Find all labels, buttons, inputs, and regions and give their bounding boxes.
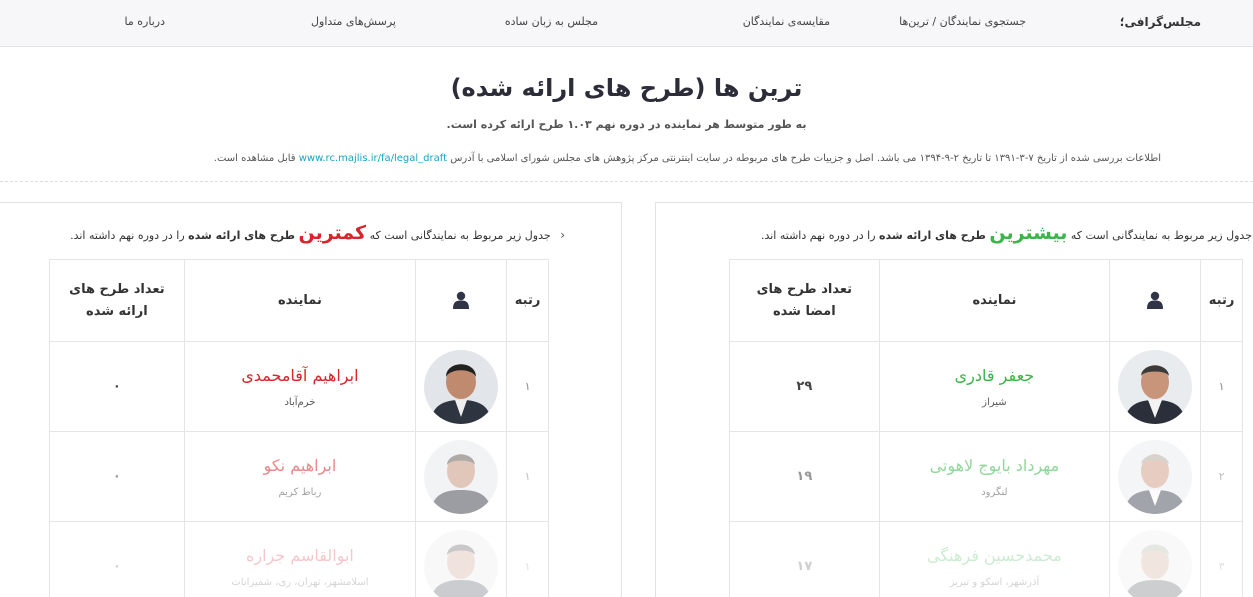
count-cell: ۰ (49, 341, 185, 432)
col-rank: رتبه (1200, 259, 1243, 342)
top-navbar: مجلس‌گرافی؛ جستجوی نمایندگان / ترین‌ها م… (0, 0, 1253, 47)
rep-city: آذرشهر، اسکو و تبریز (949, 576, 1040, 588)
user-icon (453, 291, 470, 309)
avatar[interactable] (1118, 439, 1193, 514)
avatar-cell (1109, 431, 1202, 522)
rep-cell: جعفر قادری شیراز (878, 341, 1111, 432)
avatar-cell (1109, 521, 1202, 597)
col-avatar (1109, 259, 1202, 342)
rep-name[interactable]: جعفر قادری (880, 366, 1109, 385)
least-table-header: رتبه نماینده تعداد طرح های ارائه شده (49, 259, 549, 342)
rep-cell: مهرداد بایوج لاهوتی لنگرود (878, 431, 1111, 522)
most-desc-highlight: بیشترین (989, 222, 1068, 244)
table-row[interactable]: ۱ ابراهیم آقامحمدی خرم‌آباد ۰ (49, 341, 549, 432)
col-avatar (415, 259, 508, 342)
rep-name[interactable]: ابراهیم نکو (185, 456, 415, 475)
count-cell: ۰ (49, 431, 185, 522)
rank-cell: ۱ (506, 341, 549, 432)
nav-item-about[interactable]: درباره ما (125, 15, 165, 28)
page-subtitle: به طور متوسط هر نماینده در دوره نهم ۱.۰۳… (446, 118, 807, 131)
most-table: رتبه نماینده تعداد طرح های امضا شده ۱ جع… (729, 259, 1243, 597)
col-rep: نماینده (183, 259, 417, 342)
rank-cell: ۳ (1200, 521, 1243, 597)
most-desc-bold: طرح های ارائه شده (879, 229, 986, 242)
most-desc-pre: جدول زیر مربوط به نمایندگانی است که (1070, 229, 1252, 242)
divider (0, 181, 1253, 182)
avatar[interactable] (424, 439, 499, 514)
avatar-cell (415, 521, 508, 597)
avatar-cell (415, 431, 508, 522)
info-main: اطلاعات بررسی شده از تاریخ ۷-۳-۱۳۹۱ تا ت… (450, 153, 1161, 164)
nav-item-compare[interactable]: مقایسه‌ی نمایندگان (743, 15, 830, 28)
rep-cell: ابراهیم نکو رباط کریم (183, 431, 417, 522)
most-panel: جدول زیر مربوط به نمایندگانی است که بیشت… (655, 202, 1253, 597)
info-tail: قابل مشاهده است. (213, 153, 296, 164)
rep-city: رباط کریم (278, 486, 322, 498)
table-row[interactable]: ۲ مهرداد بایوج لاهوتی لنگرود ۱۹ (729, 431, 1243, 522)
count-cell: ۱۷ (729, 521, 880, 597)
avatar[interactable] (424, 349, 499, 424)
info-link[interactable]: www.rc.majlis.ir/fa/legal_draft (299, 153, 447, 164)
col-rank: رتبه (506, 259, 549, 342)
col-rep: نماینده (878, 259, 1111, 342)
rep-city: شیراز (982, 396, 1007, 408)
table-row[interactable]: ۱ ابوالقاسم جراره اسلامشهر، تهران، ری، ش… (49, 521, 549, 597)
count-cell: ۰ (49, 521, 185, 597)
most-desc-post: را در دوره نهم داشته اند. (760, 229, 876, 242)
avatar-cell (415, 341, 508, 432)
count-cell: ۲۹ (729, 341, 880, 432)
most-description: جدول زیر مربوط به نمایندگانی است که بیشت… (761, 222, 1252, 244)
least-table: رتبه نماینده تعداد طرح های ارائه شده ۱ ا… (49, 259, 549, 597)
rank-cell: ۱ (506, 521, 549, 597)
rep-cell: ابوالقاسم جراره اسلامشهر، تهران، ری، شمی… (183, 521, 417, 597)
rep-name[interactable]: محمدحسین فرهنگی (880, 546, 1109, 565)
info-text: اطلاعات بررسی شده از تاریخ ۷-۳-۱۳۹۱ تا ت… (214, 153, 1161, 164)
table-row[interactable]: ۱ ابراهیم نکو رباط کریم ۰ (49, 431, 549, 522)
rank-cell: ۲ (1200, 431, 1243, 522)
brand-logo[interactable]: مجلس‌گرافی؛ (1120, 15, 1201, 29)
table-row[interactable]: ۱ جعفر قادری شیراز ۲۹ (729, 341, 1243, 432)
nav-item-simple[interactable]: مجلس به زبان ساده (505, 15, 598, 28)
rep-name[interactable]: ابوالقاسم جراره (185, 546, 415, 565)
avatar[interactable] (1118, 349, 1193, 424)
least-desc-bold: طرح های ارائه شده (188, 229, 295, 242)
col-count: تعداد طرح های ارائه شده (49, 259, 185, 342)
rep-cell: محمدحسین فرهنگی آذرشهر، اسکو و تبریز (878, 521, 1111, 597)
nav-item-search[interactable]: جستجوی نمایندگان / ترین‌ها (899, 15, 1026, 28)
most-table-header: رتبه نماینده تعداد طرح های امضا شده (729, 259, 1243, 342)
least-panel: ‹ جدول زیر مربوط به نمایندگانی است که کم… (0, 202, 622, 597)
nav-item-faq[interactable]: پرسش‌های متداول (311, 15, 396, 28)
least-desc-post: را در دوره نهم داشته اند. (70, 229, 185, 242)
avatar-cell (1109, 341, 1202, 432)
rank-cell: ۱ (1200, 341, 1243, 432)
avatar[interactable] (1118, 529, 1193, 597)
rep-cell: ابراهیم آقامحمدی خرم‌آباد (183, 341, 417, 432)
user-icon (1147, 291, 1164, 309)
avatar[interactable] (424, 529, 499, 597)
least-desc-pre: جدول زیر مربوط به نمایندگانی است که (369, 229, 551, 242)
rep-city: خرم‌آباد (284, 396, 316, 408)
rep-city: لنگرود (981, 486, 1008, 498)
rep-name[interactable]: ابراهیم آقامحمدی (185, 366, 415, 385)
least-desc-highlight: کمترین (298, 222, 367, 244)
rep-city: اسلامشهر، تهران، ری، شمیرانات (231, 576, 369, 588)
table-row[interactable]: ۳ محمدحسین فرهنگی آذرشهر، اسکو و تبریز ۱… (729, 521, 1243, 597)
rep-name[interactable]: مهرداد بایوج لاهوتی (880, 456, 1109, 475)
count-cell: ۱۹ (729, 431, 880, 522)
col-count: تعداد طرح های امضا شده (729, 259, 880, 342)
chevron-left-icon[interactable]: ‹ (560, 228, 565, 242)
page-title: ترین ها (طرح های ارائه شده) (450, 74, 803, 102)
rank-cell: ۱ (506, 431, 549, 522)
least-description: ‹ جدول زیر مربوط به نمایندگانی است که کم… (70, 222, 565, 244)
